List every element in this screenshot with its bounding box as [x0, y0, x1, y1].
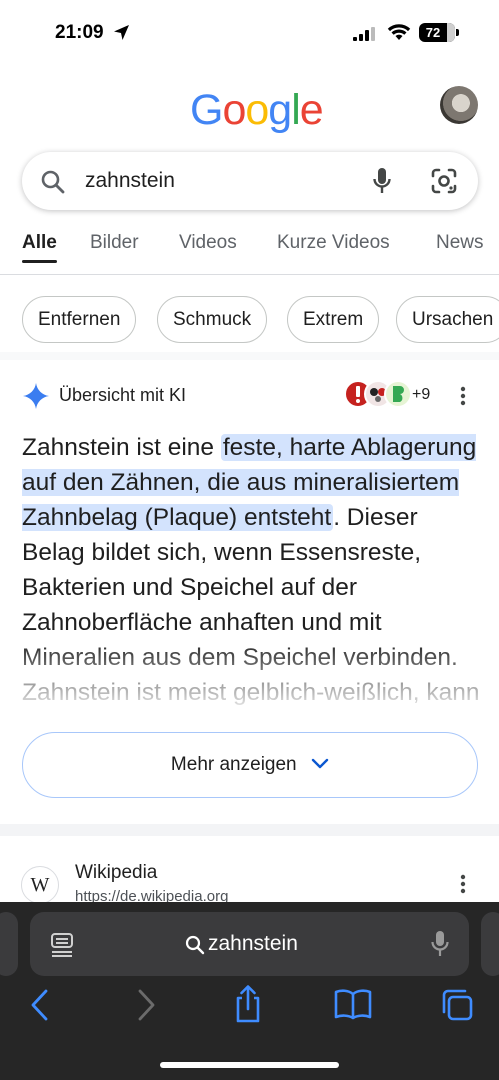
ai-overview-header: Übersicht mit KI +9	[22, 380, 478, 414]
wifi-icon	[387, 24, 411, 40]
source-count[interactable]: +9	[412, 386, 430, 404]
chip-extrem[interactable]: Extrem	[287, 296, 380, 343]
home-indicator[interactable]	[160, 1062, 339, 1068]
status-bar: 21:09 72	[0, 0, 499, 66]
location-arrow-icon	[114, 25, 129, 40]
show-more-button[interactable]: Mehr anzeigen	[22, 732, 478, 798]
refinement-chips: Entfernen Schmuck Extrem Ursachen	[0, 296, 499, 344]
search-input[interactable]: zahnstein	[85, 169, 175, 193]
wikipedia-logo-icon: W	[21, 866, 59, 904]
ai-overview-title: Übersicht mit KI	[59, 385, 187, 405]
section-divider	[0, 824, 499, 836]
share-icon[interactable]	[233, 984, 263, 1024]
text-fade-overlay	[0, 640, 499, 730]
battery-indicator: 72	[419, 23, 459, 42]
logo-letter: e	[299, 86, 324, 134]
safari-toolbar	[0, 985, 499, 1032]
back-icon[interactable]	[30, 988, 50, 1022]
search-icon	[185, 935, 205, 955]
cellular-signal-icon	[353, 27, 375, 41]
google-lens-icon[interactable]	[430, 167, 458, 195]
chevron-down-icon	[311, 759, 329, 769]
microphone-icon[interactable]	[372, 166, 392, 196]
search-box[interactable]: zahnstein	[22, 152, 478, 210]
result-more-options-icon[interactable]	[460, 874, 466, 894]
status-time: 21:09	[55, 22, 104, 43]
source-favicons[interactable]	[344, 380, 414, 410]
logo-letter: G	[190, 86, 223, 134]
bookmarks-icon[interactable]	[334, 988, 372, 1020]
google-logo[interactable]: Google	[190, 86, 324, 135]
sparkle-icon	[23, 383, 49, 409]
logo-letter: l	[291, 86, 301, 134]
safari-bottom-bar: zahnstein	[0, 902, 499, 1080]
forward-icon[interactable]	[136, 988, 156, 1022]
chip-ursachen[interactable]: Ursachen	[396, 296, 499, 343]
section-divider	[0, 352, 499, 360]
result-url[interactable]: https://de.wikipedia.org	[75, 888, 228, 902]
previous-tab-peek[interactable]	[0, 912, 18, 976]
result-site-name[interactable]: Wikipedia	[75, 862, 157, 884]
active-tab-indicator	[22, 260, 57, 263]
show-more-label: Mehr anzeigen	[170, 754, 297, 775]
address-text[interactable]: zahnstein	[208, 932, 298, 956]
logo-letter: o	[222, 86, 246, 134]
tabs-overview-icon[interactable]	[440, 988, 474, 1022]
search-icon	[41, 170, 65, 194]
account-avatar[interactable]	[440, 86, 478, 124]
microphone-icon[interactable]	[430, 930, 450, 958]
chip-schmuck[interactable]: Schmuck	[157, 296, 268, 343]
next-tab-peek[interactable]	[481, 912, 499, 976]
tab-videos[interactable]: Videos	[179, 232, 237, 254]
address-bar[interactable]: zahnstein	[30, 912, 469, 976]
chip-entfernen[interactable]: Entfernen	[22, 296, 137, 343]
source-favicon-icon	[384, 380, 412, 408]
battery-level: 72	[425, 25, 441, 40]
logo-letter: g	[268, 86, 292, 134]
more-options-icon[interactable]	[460, 386, 466, 406]
tab-alle[interactable]: Alle	[22, 232, 57, 254]
logo-letter: o	[245, 86, 269, 134]
tab-news[interactable]: News	[436, 232, 484, 254]
tab-bilder[interactable]: Bilder	[90, 232, 139, 254]
page-menu-icon[interactable]	[50, 932, 74, 958]
search-tabs: Alle Bilder Videos Kurze Videos News	[0, 228, 499, 275]
tab-kurze-videos[interactable]: Kurze Videos	[277, 232, 390, 254]
ai-text-intro: Zahnstein ist eine	[22, 434, 221, 461]
